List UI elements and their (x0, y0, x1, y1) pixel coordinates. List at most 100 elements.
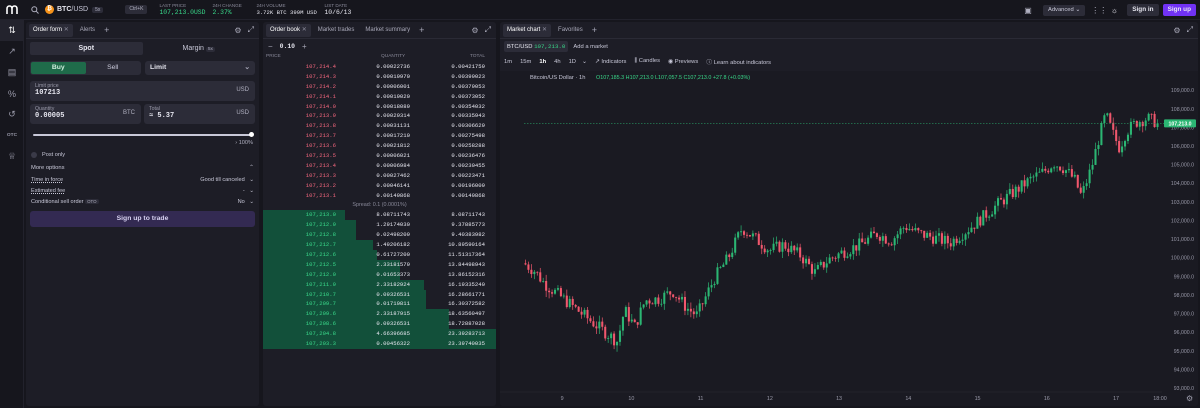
bid-row[interactable]: 107,208.6 0.09326531 18.72887028 (263, 319, 496, 330)
add-tab-icon[interactable]: + (592, 25, 597, 35)
slider-handle[interactable] (249, 132, 254, 137)
timeframe-1m[interactable]: 1m (504, 59, 512, 65)
search-icon[interactable] (28, 0, 42, 20)
tab-favorites[interactable]: Favorites (554, 24, 587, 37)
ask-row[interactable]: 107,213.9 0.00029314 0.00335943 (263, 111, 496, 121)
logo-icon[interactable] (0, 0, 24, 20)
signup-button[interactable]: Sign up (1162, 4, 1196, 16)
candle-body (840, 250, 843, 254)
tab-market-trades[interactable]: Market trades (314, 24, 359, 37)
quantity-field[interactable]: Quantity 0.00005 BTC (30, 104, 141, 124)
bid-price: 107,212.8 (305, 231, 336, 239)
sign-up-to-trade-button[interactable]: Sign up to trade (30, 211, 255, 227)
previews-button[interactable]: ◉ Previews (668, 59, 698, 65)
trade-icon[interactable]: ⇅ (0, 20, 24, 41)
total-field[interactable]: Total ≈ 5.37 USD (144, 104, 255, 124)
buy-button[interactable]: Buy (31, 62, 86, 74)
minus-icon[interactable]: − (268, 42, 273, 51)
apps-grid-icon[interactable]: ⋮⋮ (1091, 6, 1107, 15)
plus-icon[interactable]: + (302, 42, 307, 51)
ask-row[interactable]: 107,213.3 0.00027462 0.00223471 (263, 171, 496, 181)
spot-tab[interactable]: Spot (30, 42, 143, 55)
expand-icon[interactable]: ⤢ (1187, 25, 1193, 35)
bid-row[interactable]: 107,209.6 2.33187915 18.63560497 (263, 309, 496, 320)
ask-row[interactable]: 107,213.7 0.00017210 0.00275498 (263, 131, 496, 141)
ask-row[interactable]: 107,213.2 0.00046141 0.00196009 (263, 181, 496, 191)
timeframe-1d[interactable]: 1D (569, 59, 576, 65)
chart-icon[interactable]: ↗ (0, 41, 24, 62)
checkbox-icon[interactable] (31, 152, 37, 158)
bid-row[interactable]: 107,209.7 0.01710811 16.30372582 (263, 299, 496, 310)
add-tab-icon[interactable]: + (419, 25, 424, 35)
ask-row[interactable]: 107,214.3 0.00019970 0.00399023 (263, 72, 496, 82)
bid-row[interactable]: 107,212.5 2.33181579 13.84498943 (263, 259, 496, 270)
timeframe-1h[interactable]: 1h (539, 59, 546, 65)
add-market-button[interactable]: Add a market (573, 44, 607, 50)
chart-pair-tab[interactable]: BTC/USD 107,213.0 (504, 41, 569, 52)
tab-market-chart[interactable]: Market chart ✕ (503, 23, 552, 37)
tab-alerts[interactable]: Alerts (76, 24, 99, 37)
expand-icon[interactable]: ⤢ (248, 25, 254, 35)
bid-row[interactable]: 107,212.7 1.49206182 10.89590164 (263, 240, 496, 251)
mode-dropdown[interactable]: Advanced ⌄ (1042, 4, 1086, 16)
estimated-fee-row[interactable]: Estimated fee - ⌄ (31, 188, 254, 194)
timeframe-4h[interactable]: 4h (554, 59, 560, 65)
ask-row[interactable]: 107,213.5 0.00006021 0.00236476 (263, 151, 496, 161)
bid-row[interactable]: 107,210.7 0.09326531 16.28661771 (263, 289, 496, 300)
ask-row[interactable]: 107,213.1 0.00149868 0.00149868 (263, 191, 496, 201)
close-icon[interactable]: ✕ (302, 27, 307, 33)
tab-order-form[interactable]: Order form ✕ (29, 23, 73, 37)
ask-price: 107,214.0 (305, 102, 336, 110)
tab-market-summary[interactable]: Market summary (361, 24, 414, 37)
signin-button[interactable]: Sign in (1127, 4, 1159, 16)
margin-tab[interactable]: Margin 5x (143, 42, 256, 55)
price-chart[interactable]: 109,000.0108,000.0107,000.0106,000.0105,… (500, 71, 1198, 406)
settings-icon[interactable]: ⚙ (1173, 26, 1180, 35)
ask-row[interactable]: 107,213.6 0.00021812 0.00258288 (263, 141, 496, 151)
add-tab-icon[interactable]: + (104, 25, 109, 35)
close-icon[interactable]: ✕ (542, 27, 547, 33)
limit-price-field[interactable]: Limit price 107213 USD (30, 81, 255, 101)
layout-icon[interactable]: ▣ (1021, 6, 1035, 15)
candles-button[interactable]: ⫼ Candles (634, 58, 660, 65)
time-in-force-row[interactable]: Time in force Good till canceled ⌄ (31, 177, 254, 183)
ask-row[interactable]: 107,214.1 0.00019020 0.00373052 (263, 92, 496, 102)
bid-row[interactable]: 107,212.8 0.02498209 9.40383982 (263, 230, 496, 241)
history-icon[interactable]: ↺ (0, 104, 24, 125)
percent-icon[interactable]: % (0, 83, 24, 104)
bid-row[interactable]: 107,204.8 4.66396685 23.39283713 (263, 329, 496, 340)
settings-icon[interactable]: ⚙ (234, 26, 241, 35)
conditional-order-row[interactable]: Conditional sell order OTO No ⌄ (31, 199, 254, 205)
post-only-checkbox[interactable]: Post only (31, 152, 254, 158)
indicators-button[interactable]: ↗ Indicators (595, 59, 627, 65)
bid-row[interactable]: 107,203.3 0.00456322 23.39740035 (263, 339, 496, 349)
bid-row[interactable]: 107,213.0 8.08711743 8.08711743 (263, 210, 496, 221)
trophy-icon[interactable]: ♕ (0, 146, 24, 167)
more-options-toggle[interactable]: More options ⌃ (31, 164, 254, 172)
bid-total: 13.86152316 (448, 270, 485, 278)
pair-selector[interactable]: ₿ BTC/USD 5x (45, 5, 104, 14)
ask-row[interactable]: 107,213.8 0.00031131 0.00306629 (263, 121, 496, 131)
chevron-down-icon[interactable]: ⌄ (582, 59, 587, 65)
order-type-select[interactable]: Limit ⌄ (145, 61, 255, 75)
amount-slider[interactable] (33, 132, 254, 138)
ask-row[interactable]: 107,213.4 0.00006984 0.00230455 (263, 161, 496, 171)
bid-row[interactable]: 107,212.0 0.01653373 13.86152316 (263, 269, 496, 280)
ask-row[interactable]: 107,214.2 0.00006001 0.00379053 (263, 82, 496, 92)
bid-row[interactable]: 107,211.9 2.33182924 16.19335240 (263, 279, 496, 290)
settings-icon[interactable]: ⚙ (471, 26, 478, 35)
timeframe-15m[interactable]: 15m (520, 59, 531, 65)
sell-button[interactable]: Sell (86, 62, 141, 74)
wallet-icon[interactable]: ▤ (0, 62, 24, 83)
learn-indicators-link[interactable]: ⓘ Learn about indicators (706, 57, 771, 66)
otc-icon[interactable]: OTC (0, 125, 24, 146)
tab-order-book[interactable]: Order book ✕ (266, 23, 311, 37)
bid-row[interactable]: 107,212.6 0.61727200 11.51317364 (263, 250, 496, 260)
bid-row[interactable]: 107,212.9 1.29174030 9.37885773 (263, 220, 496, 231)
candle-body (834, 257, 837, 259)
close-icon[interactable]: ✕ (64, 27, 69, 33)
ask-row[interactable]: 107,214.0 0.00018089 0.00354032 (263, 102, 496, 112)
theme-icon[interactable]: ☼ (1107, 6, 1121, 15)
ask-row[interactable]: 107,214.4 0.00022736 0.00421759 (263, 62, 496, 72)
expand-icon[interactable]: ⤢ (485, 25, 491, 35)
